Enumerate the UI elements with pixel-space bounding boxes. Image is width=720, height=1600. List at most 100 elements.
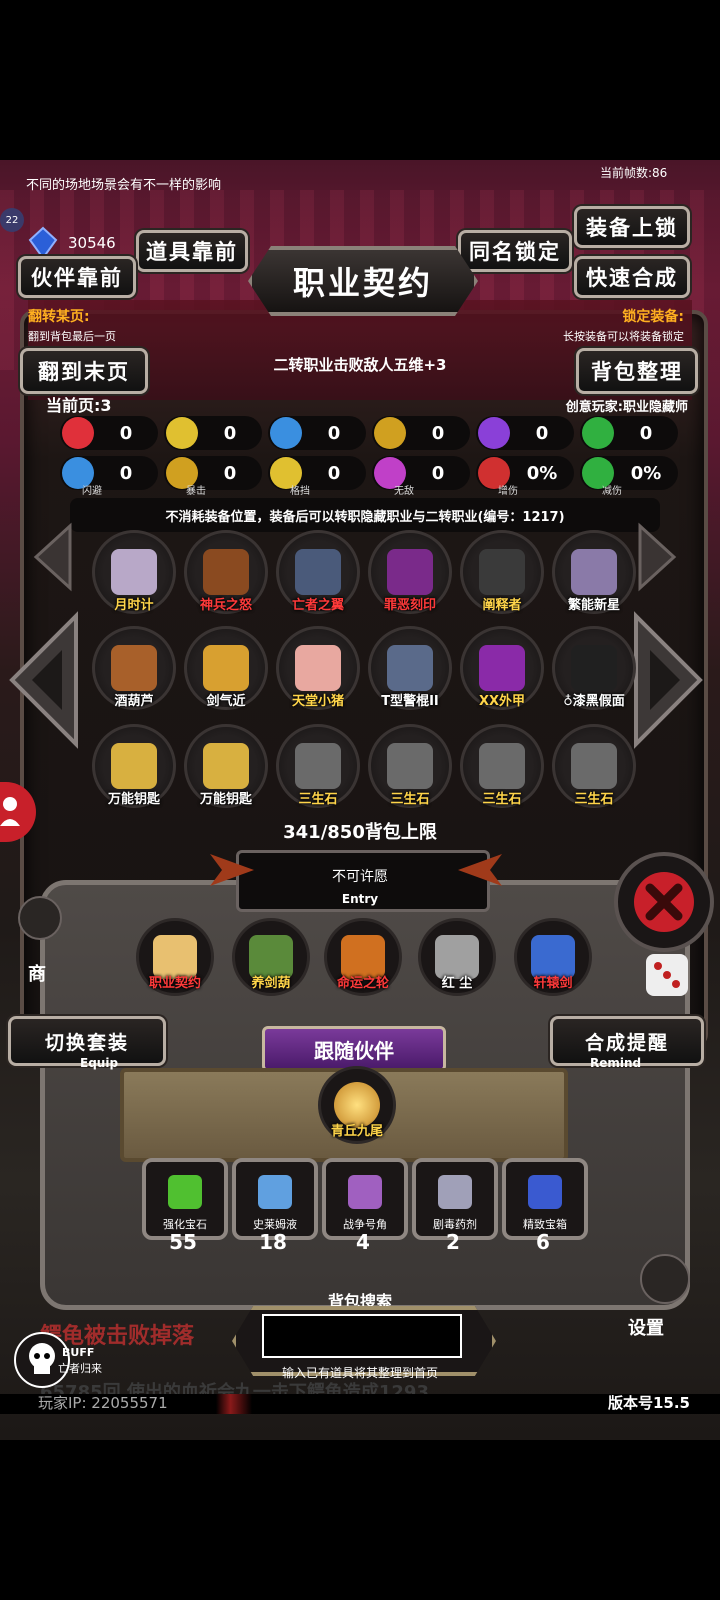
item-icon: [295, 549, 341, 595]
bag-slot[interactable]: 万能钥匙: [92, 724, 176, 808]
equip-lock-button[interactable]: 装备上锁: [574, 206, 690, 248]
consumable-slot[interactable]: 强化宝石: [142, 1158, 228, 1240]
consumable-icon: [438, 1175, 472, 1209]
page-title: 职业契约: [248, 246, 478, 316]
bag-slot[interactable]: 三生石: [460, 724, 544, 808]
bag-slot[interactable]: 亡者之翼: [276, 530, 360, 614]
equipped-slot[interactable]: 红 尘: [418, 918, 496, 996]
shop-label[interactable]: 商: [28, 960, 46, 986]
effect-text: 二转职业击败敌人五维+3: [273, 356, 447, 374]
switch-set-label: 切换套装: [44, 1031, 129, 1054]
bag-slot[interactable]: XX外甲: [460, 626, 544, 710]
stat-value: 0: [119, 462, 133, 484]
item-name: 酒葫芦: [114, 694, 154, 709]
close-icon: [634, 872, 694, 932]
game-screen: 不同的场地场景会有不一样的影响 当前帧数:86 22 30546 道具靠前 伙伴…: [0, 160, 720, 1440]
sword-icon: [374, 417, 406, 449]
stat-value: 0: [535, 422, 549, 444]
bag-slot[interactable]: 三生石: [276, 724, 360, 808]
partner-name: 青丘九尾: [330, 1124, 383, 1139]
stat-value: 0%: [526, 462, 558, 484]
consumable-slot[interactable]: 剧毒药剂: [412, 1158, 498, 1240]
tip-text: 不同的场地场景会有不一样的影响: [26, 178, 222, 193]
prev-page-small-arrow[interactable]: [30, 522, 74, 592]
profile-button[interactable]: [0, 782, 36, 842]
level-badge: 22: [0, 208, 24, 232]
equipped-name: 命运之轮: [336, 976, 389, 991]
consumable-slot[interactable]: 战争号角: [322, 1158, 408, 1240]
prev-page-arrow[interactable]: [6, 610, 80, 750]
flip-info-desc: 翻到背包最后一页: [28, 330, 116, 343]
bag-slot[interactable]: 天堂小猪: [276, 626, 360, 710]
consumable-slot[interactable]: 精致宝箱: [502, 1158, 588, 1240]
bag-slot[interactable]: 阐释者: [460, 530, 544, 614]
partner-slot[interactable]: 青丘九尾: [318, 1066, 396, 1144]
consumable-slot[interactable]: 史莱姆液: [232, 1158, 318, 1240]
equipped-slot[interactable]: 职业契约: [136, 918, 214, 996]
gem-count: 30546: [68, 234, 116, 252]
bag-slot[interactable]: 三生石: [552, 724, 636, 808]
item-name: 三生石: [482, 792, 522, 807]
shop-icon[interactable]: [18, 896, 62, 940]
goto-last-page-button[interactable]: 翻到末页: [20, 348, 148, 394]
stat-4: 0 无敌: [372, 456, 470, 497]
dice-icon[interactable]: [646, 954, 688, 996]
armor-icon: [166, 417, 198, 449]
item-icon: [387, 549, 433, 595]
right-wing-icon: [456, 850, 506, 890]
item-name: 万能钥匙: [107, 792, 160, 807]
bag-slot[interactable]: 繁能新星: [552, 530, 636, 614]
bag-slot[interactable]: ♁漆黑假面: [552, 626, 636, 710]
item-name: 三生石: [390, 792, 430, 807]
user-icon: [0, 797, 20, 826]
clover-icon: [582, 417, 614, 449]
equipped-slot[interactable]: 养剑葫: [232, 918, 310, 996]
quick-merge-button[interactable]: 快速合成: [574, 256, 690, 298]
equipped-name: 轩辕剑: [533, 976, 573, 991]
same-name-lock-button[interactable]: 同名锁定: [458, 230, 572, 272]
bag-limit: 341/850背包上限: [283, 822, 437, 843]
bag-slot[interactable]: 罪恶刻印: [368, 530, 452, 614]
bag-slot[interactable]: T型警棍II: [368, 626, 452, 710]
stat-4: 0: [372, 416, 470, 450]
lock-info-desc: 长按装备可以将装备锁定: [563, 330, 684, 343]
merge-remind-sub: Remind: [590, 1056, 642, 1070]
equipped-slot[interactable]: 轩辕剑: [514, 918, 592, 996]
equipped-slot[interactable]: 命运之轮: [324, 918, 402, 996]
lightning-icon: [478, 417, 510, 449]
close-button[interactable]: [614, 852, 714, 952]
stat-value: 0%: [630, 462, 662, 484]
next-page-small-arrow[interactable]: [636, 522, 680, 592]
stat-label: 减伤: [602, 486, 622, 497]
settings-label[interactable]: 设置: [628, 1314, 664, 1340]
partner-front-button[interactable]: 伙伴靠前: [18, 256, 136, 298]
consumable-count: 2: [446, 1230, 460, 1254]
bag-slot[interactable]: 剑气近: [184, 626, 268, 710]
stat-2: 0: [164, 416, 262, 450]
item-icon: [295, 743, 341, 789]
bag-slot[interactable]: 月时计: [92, 530, 176, 614]
item-name: 月时计: [114, 598, 154, 613]
item-name: 繁能新星: [567, 598, 620, 613]
bag-slot[interactable]: 酒葫芦: [92, 626, 176, 710]
entry-sub: Entry: [341, 892, 379, 906]
player-ip: 玩家IP: 22055571: [38, 1394, 168, 1412]
bag-slot[interactable]: 神兵之怒: [184, 530, 268, 614]
current-page: 当前页:3: [46, 396, 112, 415]
next-page-arrow[interactable]: [632, 610, 706, 750]
consumable-icon: [258, 1175, 292, 1209]
item-front-button[interactable]: 道具靠前: [136, 230, 248, 272]
stat-5: 0% 增伤: [476, 456, 574, 497]
search-input[interactable]: [262, 1314, 462, 1358]
equipped-name: 红 尘: [441, 976, 473, 991]
consumable-icon: [168, 1175, 202, 1209]
gear-icon[interactable]: [640, 1254, 690, 1304]
bag-slot[interactable]: 三生石: [368, 724, 452, 808]
consumable-icon: [348, 1175, 382, 1209]
stat-value: 0: [327, 462, 341, 484]
stat-label: 格挡: [290, 486, 310, 497]
equipped-name: 养剑葫: [251, 976, 291, 991]
bag-sort-button[interactable]: 背包整理: [576, 348, 698, 394]
bag-slot[interactable]: 万能钥匙: [184, 724, 268, 808]
item-icon: [479, 549, 525, 595]
